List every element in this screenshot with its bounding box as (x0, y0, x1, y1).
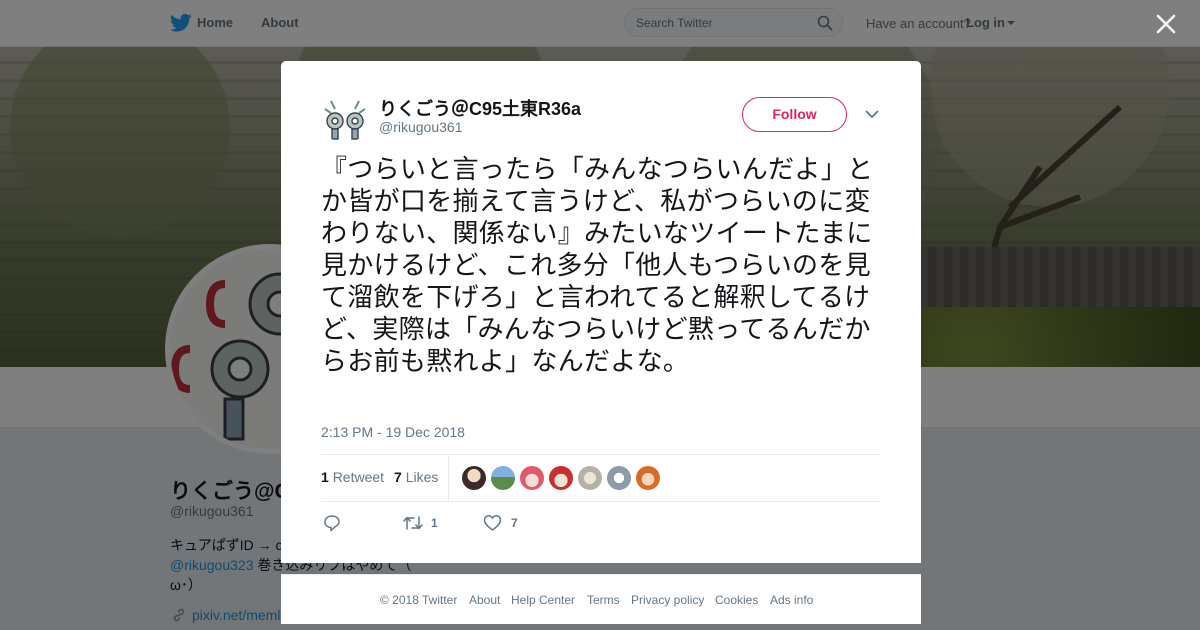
divider (321, 454, 881, 455)
footer-ads-link[interactable]: Ads info (770, 593, 813, 607)
retweet-stat-label: Retweet (332, 469, 385, 485)
follow-button[interactable]: Follow (742, 97, 847, 132)
likes-count: 7 (394, 469, 402, 485)
liker-avatar[interactable] (491, 466, 515, 490)
tweet-modal: りくごう＠C95土東R36a @rikugou361 Follow 『つらいと言… (281, 61, 921, 563)
footer-copyright: © 2018 Twitter (380, 593, 458, 607)
retweet-action-count: 1 (431, 516, 438, 530)
footer-privacy-link[interactable]: Privacy policy (631, 593, 704, 607)
retweet-icon[interactable] (402, 514, 424, 532)
footer-help-link[interactable]: Help Center (511, 593, 575, 607)
footer-terms-link[interactable]: Terms (587, 593, 620, 607)
retweet-count: 1 (321, 469, 329, 485)
tweet-author-avatar[interactable] (321, 95, 369, 143)
modal-footer: © 2018 Twitter About Help Center Terms P… (281, 574, 921, 624)
heart-icon[interactable] (483, 514, 502, 532)
reply-icon[interactable] (323, 514, 341, 532)
liker-avatar[interactable] (578, 466, 602, 490)
tweet-author-name[interactable]: りくごう＠C95土東R36a (379, 95, 581, 121)
tweet-author-handle[interactable]: @rikugou361 (379, 119, 463, 135)
liker-avatar[interactable] (607, 466, 631, 490)
footer-about-link[interactable]: About (469, 593, 500, 607)
liker-avatar[interactable] (520, 466, 544, 490)
chevron-down-icon[interactable] (865, 109, 879, 119)
likes-stat[interactable]: 7 Likes (394, 469, 438, 485)
close-icon[interactable] (1154, 12, 1178, 36)
liker-avatar[interactable] (636, 466, 660, 490)
likes-stat-label: Likes (405, 469, 439, 485)
liker-avatar[interactable] (549, 466, 573, 490)
avatar-robot-illustration (324, 100, 366, 140)
liker-avatar[interactable] (462, 466, 486, 490)
tweet-timestamp[interactable]: 2:13 PM - 19 Dec 2018 (321, 424, 465, 440)
tweet-text: 『つらいと言ったら「みんなつらいんだよ」とか皆が口を揃えて言うけど、私がつらいの… (321, 155, 874, 377)
divider (321, 501, 881, 502)
like-action-count: 7 (511, 516, 518, 530)
footer-cookies-link[interactable]: Cookies (715, 593, 758, 607)
retweet-stat[interactable]: 1 Retweet (321, 469, 384, 485)
stat-separator (448, 454, 449, 501)
